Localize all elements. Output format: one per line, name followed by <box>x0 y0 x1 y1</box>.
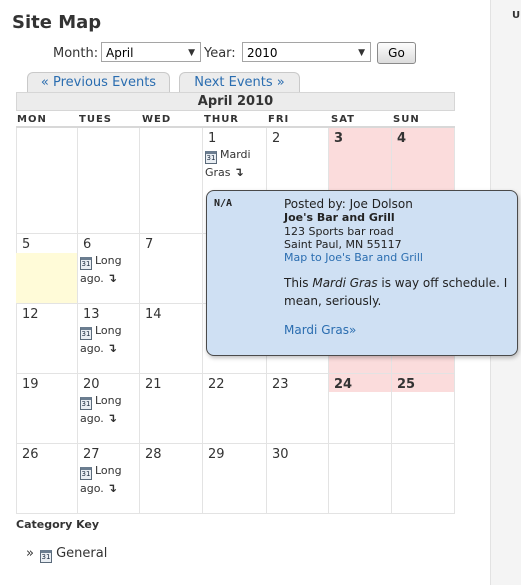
arrow-down-right-icon: ↴ <box>233 165 244 179</box>
weekday-header: FRI <box>268 114 290 125</box>
page-title: Site Map <box>12 12 102 33</box>
calendar-day-cell: 14 <box>140 304 203 374</box>
weekday-header: SAT <box>331 114 355 125</box>
calendar-icon: 31 <box>80 467 92 480</box>
weekday-header: WED <box>142 114 172 125</box>
day-number: 7 <box>145 237 154 252</box>
calendar-day-cell-weekend: 25 <box>392 374 455 444</box>
chevron-down-icon: ▼ <box>358 48 365 58</box>
calendar-cell-empty <box>392 444 455 514</box>
year-select-value: 2010 <box>247 46 278 60</box>
event-entry[interactable]: 31 Long ago. ↴ <box>80 393 144 427</box>
calendar-day-cell[interactable]: 13 31 Long ago. ↴ <box>78 304 140 374</box>
calendar-day-cell: 26 <box>16 444 78 514</box>
sidebar-letter: U <box>512 10 521 21</box>
venue-name: Joe's Bar and Grill <box>284 211 395 224</box>
calendar-day-cell[interactable]: 20 31 Long ago. ↴ <box>78 374 140 444</box>
day-number: 3 <box>334 131 344 146</box>
calendar-icon: 31 <box>205 151 217 164</box>
day-number: 14 <box>145 307 162 322</box>
year-label: Year: <box>204 46 236 61</box>
calendar-day-cell: 28 <box>140 444 203 514</box>
arrow-down-right-icon: ↴ <box>106 341 117 355</box>
venue-address-street: 123 Sports bar road <box>284 225 394 238</box>
previous-events-tab[interactable]: « Previous Events <box>27 72 170 92</box>
calendar-day-cell-weekend: 24 <box>329 374 392 444</box>
event-detail-link[interactable]: Mardi Gras» <box>284 323 356 337</box>
description-emphasis: Mardi Gras <box>312 276 378 290</box>
category-key-title: Category Key <box>16 518 100 531</box>
day-number: 5 <box>22 237 31 252</box>
day-number: 24 <box>334 377 353 392</box>
arrow-down-right-icon: ↴ <box>106 411 117 425</box>
arrow-down-right-icon: ↴ <box>106 481 117 495</box>
bullet: » <box>26 546 34 561</box>
day-number: 22 <box>208 377 225 392</box>
calendar-icon: 31 <box>80 257 92 270</box>
day-number: 28 <box>145 447 162 462</box>
calendar-day-cell[interactable]: 6 31 Long ago. ↴ <box>78 234 140 304</box>
day-number: 13 <box>83 307 100 322</box>
weekday-header: MON <box>17 114 47 125</box>
event-entry[interactable]: 31 Long ago. ↴ <box>80 323 144 357</box>
event-details-popup: N/A Posted by: Joe Dolson Joe's Bar and … <box>206 190 518 356</box>
day-number: 27 <box>83 447 100 462</box>
calendar-caption: April 2010 <box>16 92 455 111</box>
calendar-cell-empty <box>16 128 78 234</box>
calendar-day-cell: 29 <box>203 444 267 514</box>
day-number: 6 <box>83 237 92 252</box>
category-label: General <box>56 546 108 561</box>
go-button[interactable]: Go <box>377 42 416 64</box>
day-number: 12 <box>22 307 39 322</box>
month-select[interactable]: April ▼ <box>101 42 201 62</box>
calendar-day-cell: 30 <box>267 444 329 514</box>
day-number: 19 <box>22 377 39 392</box>
year-select[interactable]: 2010 ▼ <box>242 42 371 62</box>
calendar-day-cell: 12 <box>16 304 78 374</box>
weekday-header: SUN <box>393 114 420 125</box>
day-number: 4 <box>397 131 407 146</box>
day-number: 23 <box>272 377 289 392</box>
day-number: 26 <box>22 447 39 462</box>
calendar-day-cell: 22 <box>203 374 267 444</box>
calendar-day-cell: 7 <box>140 234 203 304</box>
map-link[interactable]: Map to Joe's Bar and Grill <box>284 251 423 264</box>
calendar-icon: 31 <box>80 397 92 410</box>
arrow-down-right-icon: ↴ <box>106 271 117 285</box>
event-entry[interactable]: 31 Long ago. ↴ <box>80 463 144 497</box>
day-number: 29 <box>208 447 225 462</box>
calendar-day-cell: 23 <box>267 374 329 444</box>
day-number: 20 <box>83 377 100 392</box>
calendar-day-cell: 19 <box>16 374 78 444</box>
month-label: Month: <box>53 46 99 61</box>
today-highlight <box>16 253 78 304</box>
day-number: 30 <box>272 447 289 462</box>
day-number: 25 <box>397 377 416 392</box>
weekday-header: TUES <box>79 114 112 125</box>
day-number: 1 <box>208 131 217 146</box>
month-select-value: April <box>106 46 134 60</box>
calendar-icon: 31 <box>80 327 92 340</box>
calendar-icon: 31 <box>39 550 52 563</box>
day-number: 21 <box>145 377 162 392</box>
venue-address-city: Saint Paul, MN 55117 <box>284 238 402 251</box>
calendar-cell-empty <box>329 444 392 514</box>
next-events-tab[interactable]: Next Events » <box>179 72 300 92</box>
description-start: This <box>284 276 313 290</box>
calendar-day-cell: 21 <box>140 374 203 444</box>
posted-by: Posted by: Joe Dolson <box>284 197 413 211</box>
calendar-cell-empty <box>78 128 140 234</box>
day-number: 2 <box>272 131 281 146</box>
category-key-item[interactable]: » 31 General <box>26 546 107 563</box>
event-time: N/A <box>214 198 233 209</box>
event-entry[interactable]: 31 Mardi Gras ↴ <box>205 147 269 181</box>
calendar-day-cell[interactable]: 27 31 Long ago. ↴ <box>78 444 140 514</box>
weekday-header: THUR <box>204 114 240 125</box>
calendar-cell-empty <box>140 128 203 234</box>
event-entry[interactable]: 31 Long ago. ↴ <box>80 253 144 287</box>
chevron-down-icon: ▼ <box>188 48 195 58</box>
event-description: This Mardi Gras is way off schedule. I m… <box>284 274 512 310</box>
